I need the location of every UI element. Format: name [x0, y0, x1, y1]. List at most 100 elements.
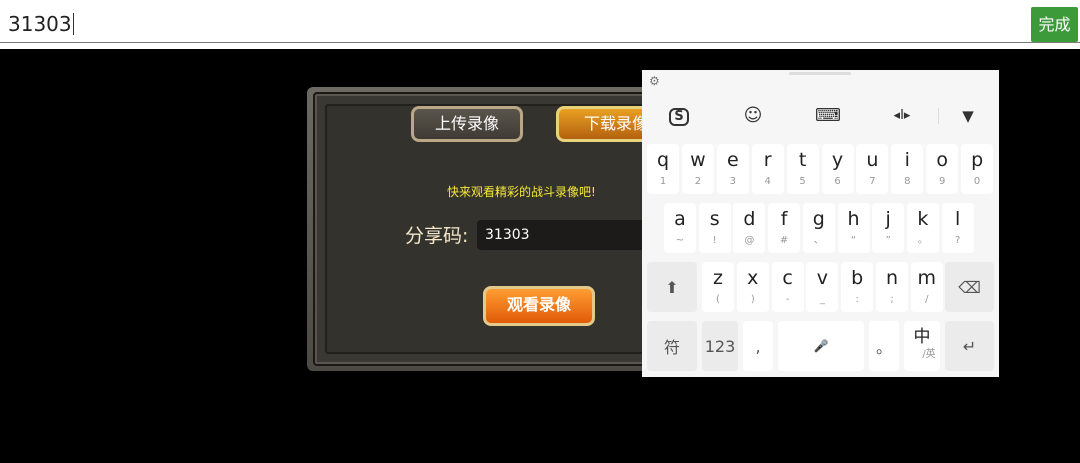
key-a-alt-char: ~ [675, 235, 685, 246]
lang-switch-key-char: 中 [913, 327, 931, 347]
key-a[interactable]: a ~ [664, 203, 696, 253]
key-d[interactable]: d @ [733, 203, 766, 253]
key-f[interactable]: f # [768, 203, 801, 253]
period-key-label: 。 [875, 338, 892, 357]
key-o[interactable]: o9 [926, 144, 959, 194]
key-v[interactable]: v _ [806, 262, 839, 312]
comma-key-label: , [755, 336, 761, 356]
key-x-alt-char: ) [750, 294, 755, 305]
soft-keyboard: ⚙ S ☺ ⌨ ◂I▸ ▼ q 1 w 2 e 3 r 4 t 5 y 6 u 7 i 8 o 9 p 0 a ~ s! d @ f # g、… [642, 70, 999, 377]
key-g-char: g [812, 208, 825, 230]
key-y[interactable]: y6 [821, 144, 854, 194]
key-p-alt-char: 0 [973, 176, 981, 187]
key-w-alt-char: 2 [694, 176, 702, 187]
key-t-alt-char: 5 [799, 176, 806, 187]
key-o-char: o [936, 149, 948, 171]
key-c-char: c [782, 267, 793, 289]
key-j-alt-char: ” [885, 235, 891, 246]
key-b[interactable]: b: [841, 262, 874, 312]
key-w-char: w [690, 149, 706, 171]
key-n-char: n [885, 267, 899, 289]
key-t[interactable]: t5 [786, 144, 819, 194]
key-m-alt-char: / [925, 294, 929, 305]
key-i-char: i [904, 149, 910, 171]
key-w[interactable]: w2 [681, 144, 714, 194]
key-n[interactable]: n; [876, 262, 908, 312]
key-v-char: v [816, 267, 829, 289]
backspace-key-label: ⌫ [958, 277, 981, 297]
key-f-char: f [780, 208, 788, 230]
key-f-alt-char: # [779, 235, 789, 246]
key-x-char: x [747, 267, 759, 289]
key-j[interactable]: j” [872, 203, 905, 253]
top-input-bar: 31303 完成 [0, 0, 1080, 49]
collapse-keyboard-icon[interactable]: ▼ [953, 104, 983, 128]
watch-replay-button[interactable]: 观看录像 [483, 286, 595, 326]
enter-key-label: ↵ [962, 336, 977, 356]
key-q-char: q [656, 149, 670, 171]
backspace-key[interactable]: ⌫ [945, 262, 994, 312]
period-key[interactable]: 。 [869, 321, 899, 371]
key-z[interactable]: z( [702, 262, 734, 312]
lang-switch-key-alt-char: /英 [922, 349, 936, 360]
key-s-char: s [709, 208, 720, 230]
comma-key[interactable]: , [743, 321, 773, 371]
key-l-char: l [954, 208, 961, 230]
key-e[interactable]: e3 [716, 144, 749, 194]
key-q[interactable]: q1 [647, 144, 679, 194]
keyboard-drag-handle[interactable] [789, 72, 851, 75]
key-p[interactable]: p0 [961, 144, 994, 194]
emoji-icon[interactable]: ☺ [738, 104, 768, 128]
replay-panel: 上传录像 下载录像 快来观看精彩的战斗录像吧! 分享码: 31303 观看录像 [307, 87, 687, 371]
numbers-key[interactable]: 123 [702, 321, 738, 371]
space-key[interactable]: 🎤 [778, 321, 864, 371]
key-b-alt-char: : [855, 294, 859, 305]
key-h[interactable]: h “ [837, 203, 870, 253]
key-y-alt-char: 6 [834, 176, 841, 187]
key-t-char: t [798, 149, 807, 171]
symbols-key[interactable]: 符 [647, 321, 697, 371]
key-h-alt-char: “ [850, 235, 857, 246]
key-k[interactable]: k。 [906, 203, 939, 253]
key-n-alt-char: ; [890, 294, 894, 305]
key-r[interactable]: r4 [751, 144, 784, 194]
key-u-alt-char: 7 [869, 176, 876, 187]
input-underline [0, 42, 1080, 43]
toolbar-divider [938, 108, 939, 124]
sogou-logo-icon[interactable]: S [669, 108, 689, 126]
key-i[interactable]: i8 [891, 144, 924, 194]
key-m[interactable]: m / [910, 262, 943, 312]
key-v-alt-char: _ [819, 294, 825, 305]
key-a-char: a [674, 208, 686, 230]
key-u-char: u [866, 149, 879, 171]
key-e-alt-char: 3 [729, 176, 736, 187]
key-p-char: p [971, 149, 984, 171]
numbers-key-label: 123 [704, 336, 736, 356]
key-j-char: j [885, 208, 891, 230]
key-s-alt-char: ! [712, 235, 717, 246]
lang-switch-key[interactable]: 中/英 [904, 321, 940, 371]
text-input[interactable]: 31303 [8, 10, 74, 38]
key-x[interactable]: x) [736, 262, 769, 312]
key-g[interactable]: g、 [802, 203, 835, 253]
shift-key[interactable]: ⬆ [647, 262, 697, 312]
settings-gear-icon[interactable]: ⚙ [649, 74, 660, 88]
key-d-alt-char: @ [744, 235, 755, 246]
enter-key[interactable]: ↵ [945, 321, 994, 371]
done-button[interactable]: 完成 [1031, 7, 1078, 42]
key-e-char: e [726, 149, 739, 171]
key-h-char: h [847, 208, 860, 230]
key-s[interactable]: s! [698, 203, 731, 253]
upload-replay-button[interactable]: 上传录像 [411, 106, 523, 142]
cursor-move-icon[interactable]: ◂I▸ [887, 104, 917, 128]
key-l[interactable]: l? [941, 203, 974, 253]
key-k-char: k [917, 208, 929, 230]
key-c[interactable]: c- [771, 262, 804, 312]
key-u[interactable]: u7 [856, 144, 889, 194]
key-z-char: z [713, 267, 723, 289]
keyboard-icon[interactable]: ⌨ [813, 104, 843, 128]
key-z-alt-char: ( [716, 294, 720, 305]
key-b-char: b [851, 267, 864, 289]
key-m-char: m [917, 267, 937, 289]
symbols-key-label: 符 [663, 338, 680, 357]
